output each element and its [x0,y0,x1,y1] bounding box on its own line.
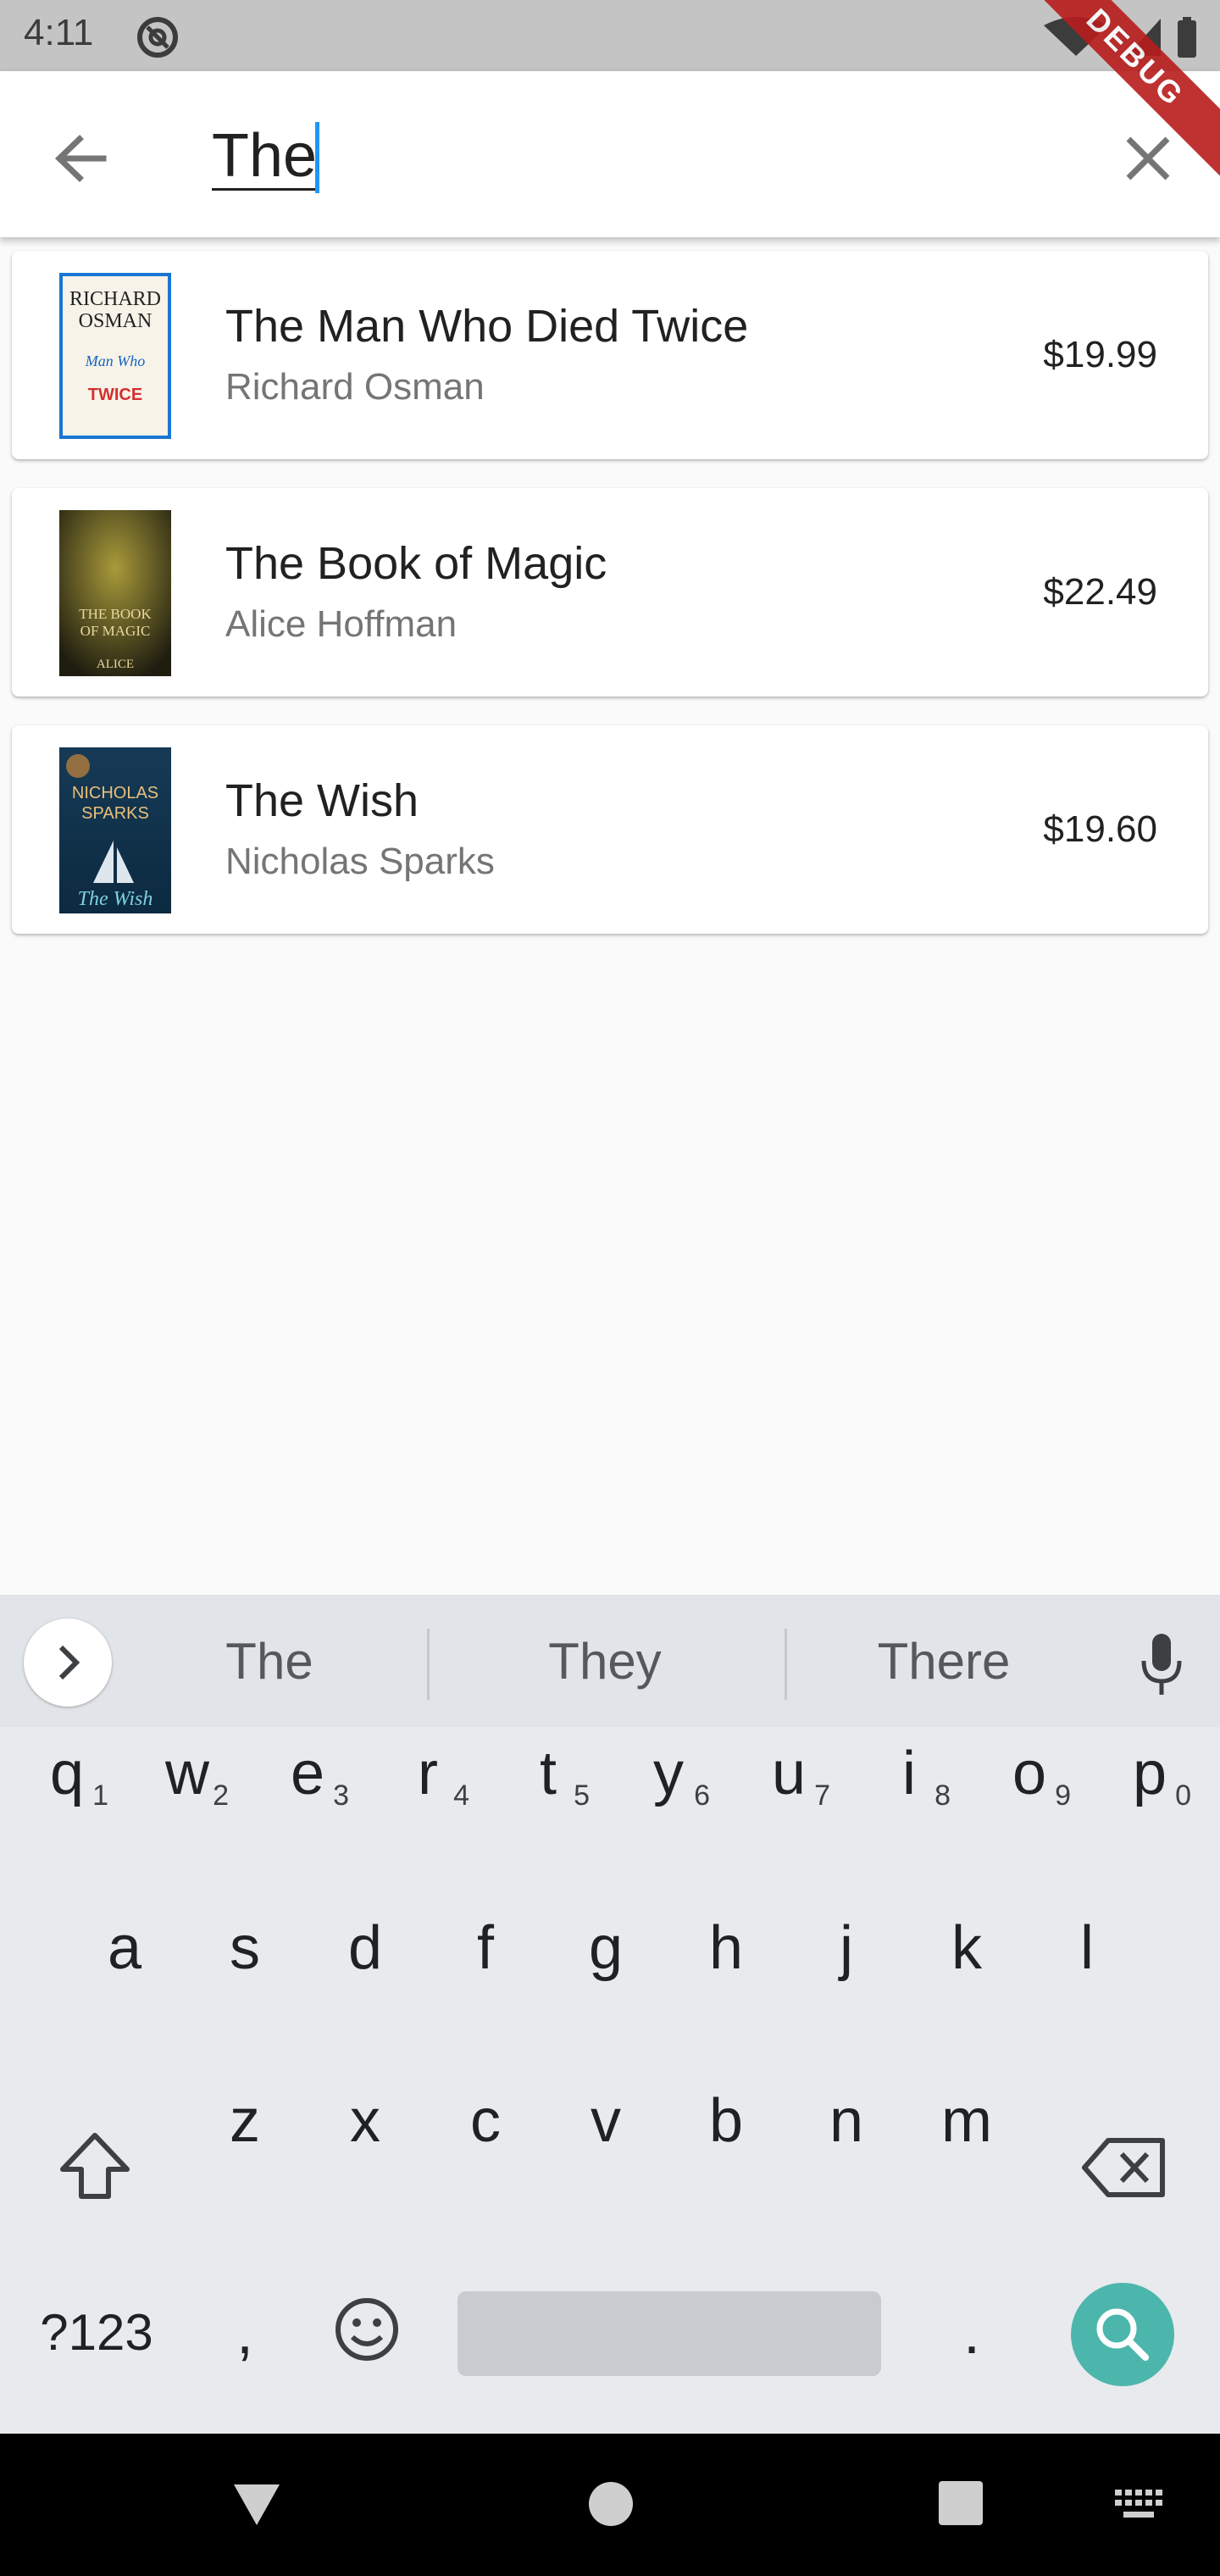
key-u[interactable]: u7 [734,1710,844,1837]
book-title: The Book of Magic [225,538,607,589]
book-cover-image: RICHARD OSMAN Man Who TWICE [59,273,171,439]
svg-text:ALICE: ALICE [97,658,134,671]
close-icon[interactable] [1110,120,1186,197]
key-d[interactable]: d [310,1885,420,2012]
book-author: Richard Osman [225,366,485,408]
book-title: The Wish [225,775,419,826]
result-card[interactable]: THE BOOK OF MAGIC ALICE The Book of Magi… [12,488,1208,697]
svg-text:OF MAGIC: OF MAGIC [80,623,151,639]
suggestion-2[interactable]: They [444,1632,766,1690]
status-time: 4:11 [24,12,94,53]
key-w[interactable]: w2 [132,1710,242,1837]
search-input[interactable] [212,114,1059,198]
svg-text:NICHOLAS: NICHOLAS [72,784,158,802]
key-v[interactable]: v [551,2057,661,2185]
book-price: $19.99 [1043,334,1157,375]
shift-icon[interactable] [51,2124,139,2212]
suggestion-1[interactable]: The [108,1632,430,1690]
key-period[interactable]: . [917,2269,1027,2396]
key-r[interactable]: r4 [373,1710,483,1837]
key-e[interactable]: e3 [252,1710,363,1837]
svg-text:The Wish: The Wish [78,888,153,910]
key-z[interactable]: z [190,2057,300,2185]
book-cover-image: NICHOLAS SPARKS The Wish [59,747,171,913]
svg-text:RICHARD: RICHARD [69,288,161,310]
key-m[interactable]: m [912,2057,1022,2185]
svg-text:OSMAN: OSMAN [79,310,152,332]
svg-text:Man Who: Man Who [85,353,146,369]
key-a[interactable]: a [69,1885,180,2012]
key-i[interactable]: i8 [854,1710,964,1837]
soft-keyboard: The They There q1 w2 e3 r4 t5 y6 u7 i8 o… [0,1595,1220,2434]
key-comma[interactable]: , [190,2269,300,2396]
key-f[interactable]: f [430,1885,541,2012]
keyboard-search-button[interactable] [1071,2283,1174,2386]
result-card[interactable]: NICHOLAS SPARKS The Wish The Wish Nichol… [12,725,1208,934]
backspace-icon[interactable] [1079,2124,1173,2212]
status-bar: 4:11 [0,0,1220,71]
nav-home-icon[interactable] [585,2478,637,2530]
book-author: Alice Hoffman [225,603,458,645]
key-s[interactable]: s [190,1885,300,2012]
battery-icon [1178,20,1196,58]
book-cover-image: THE BOOK OF MAGIC ALICE [59,510,171,676]
microphone-icon[interactable] [1134,1630,1190,1698]
result-card[interactable]: RICHARD OSMAN Man Who TWICE The Man Who … [12,251,1208,459]
key-n[interactable]: n [791,2057,901,2185]
key-c[interactable]: c [430,2057,541,2185]
key-b[interactable]: b [671,2057,781,2185]
svg-text:TWICE: TWICE [88,386,142,404]
key-x[interactable]: x [310,2057,420,2185]
keyboard-switch-icon[interactable] [1113,2488,1164,2522]
suggestion-divider [427,1629,430,1700]
expand-toolbar-button[interactable] [24,1618,112,1707]
suggestion-3[interactable]: There [783,1632,1105,1690]
system-nav-bar [0,2434,1220,2576]
book-author: Nicholas Sparks [225,841,495,882]
text-cursor [315,122,319,193]
key-h[interactable]: h [671,1885,781,2012]
key-q[interactable]: q1 [12,1710,122,1837]
key-l[interactable]: l [1032,1885,1142,2012]
back-arrow-icon[interactable] [42,120,119,197]
search-icon [1096,2308,1149,2361]
key-k[interactable]: k [912,1885,1022,2012]
space-bar[interactable] [458,2291,881,2376]
notification-icon [137,17,178,58]
key-g[interactable]: g [551,1885,661,2012]
key-t[interactable]: t5 [493,1710,603,1837]
chevron-right-icon [58,1645,80,1680]
nav-back-icon[interactable] [229,2476,285,2532]
svg-text:SPARKS: SPARKS [81,804,149,823]
book-price: $19.60 [1043,808,1157,850]
search-app-bar [0,71,1220,237]
symbols-key[interactable]: ?123 [29,2269,164,2396]
key-j[interactable]: j [791,1885,901,2012]
emoji-icon[interactable] [332,2295,402,2364]
key-p[interactable]: p0 [1095,1710,1205,1837]
suggestion-strip: The They There [0,1595,1220,1727]
book-title: The Man Who Died Twice [225,301,749,352]
nav-recents-icon[interactable] [937,2479,984,2527]
key-o[interactable]: o9 [974,1710,1084,1837]
book-price: $22.49 [1043,571,1157,613]
svg-text:THE BOOK: THE BOOK [79,606,152,622]
key-y[interactable]: y6 [613,1710,724,1837]
